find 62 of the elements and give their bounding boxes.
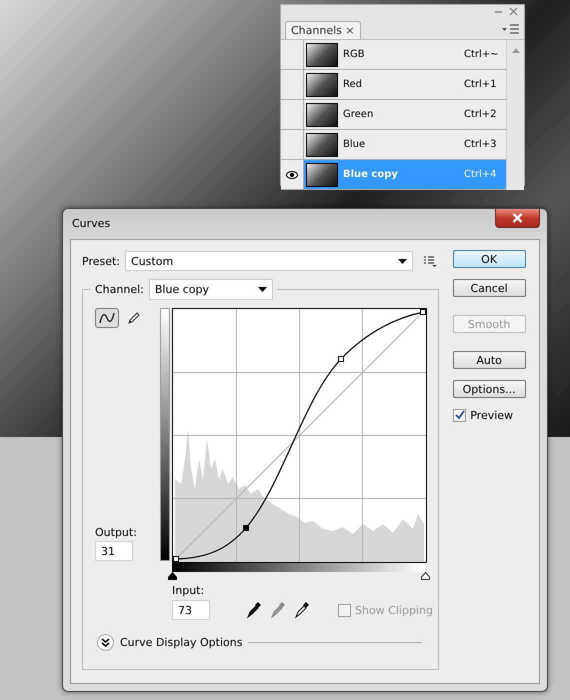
preset-dropdown[interactable]: Custom [125, 251, 414, 271]
close-icon [512, 213, 523, 223]
input-field[interactable]: 73 [172, 600, 210, 620]
curve-point[interactable] [338, 356, 344, 362]
dialog-button[interactable]: Cancel [452, 279, 526, 297]
channel-name: Blue [343, 139, 366, 150]
channel-name: RGB [343, 49, 366, 60]
input-slider-icon[interactable] [168, 572, 177, 580]
curve-icon [99, 312, 115, 324]
channel-row[interactable]: Blue Ctrl+3 [304, 130, 506, 159]
channel-row[interactable]: RGB Ctrl+~ [304, 40, 506, 69]
channel-name: Red [343, 79, 363, 90]
eyedropper-icon[interactable] [246, 601, 262, 619]
channel-label: Channel: [95, 283, 144, 296]
curve-point[interactable] [420, 309, 426, 315]
curve-tool-button[interactable] [95, 308, 119, 328]
preset-label: Preset: [82, 254, 120, 268]
dialog-button[interactable]: OK [452, 250, 526, 268]
channel-name: Blue copy [343, 169, 399, 180]
scrollbar[interactable] [506, 40, 524, 190]
channel-row[interactable]: Green Ctrl+2 [304, 100, 506, 129]
thumbnail-placeholder [306, 102, 338, 126]
input-slider-icon[interactable] [421, 572, 430, 580]
list-menu-icon[interactable] [424, 256, 438, 266]
input-label: Input: [172, 584, 206, 597]
visibility-toggle[interactable] [281, 100, 304, 129]
visibility-toggle[interactable] [281, 70, 304, 99]
output-field[interactable]: 31 [95, 541, 133, 561]
dialog-button[interactable]: Auto [452, 351, 526, 369]
close-icon[interactable] [509, 7, 518, 16]
thumbnail-placeholder [306, 42, 338, 66]
channel-name: Green [343, 109, 374, 120]
preview-checkbox[interactable]: Preview [453, 409, 514, 422]
thumbnail-placeholder [306, 162, 338, 186]
panel-menu-icon[interactable] [502, 23, 520, 35]
expand-button[interactable] [97, 634, 114, 651]
channel-row[interactable]: Red Ctrl+1 [304, 70, 506, 99]
curve-display-options-label: Curve Display Options [120, 636, 242, 649]
eye-icon [286, 170, 298, 178]
channel-shortcut: Ctrl+4 [464, 169, 498, 180]
eyedropper-icon[interactable] [294, 601, 310, 619]
visibility-toggle[interactable] [281, 130, 304, 159]
channel-shortcut: Ctrl+1 [464, 79, 498, 90]
visibility-toggle[interactable] [281, 160, 304, 189]
channel-shortcut: Ctrl+3 [464, 139, 498, 150]
output-label: Output: [95, 526, 138, 539]
dialog-button[interactable]: Options... [452, 380, 526, 398]
curve-point[interactable] [173, 556, 179, 562]
thumbnail-placeholder [306, 72, 338, 96]
dropdown-caret-icon [258, 287, 267, 292]
channel-shortcut: Ctrl+2 [464, 109, 498, 120]
channel-dropdown[interactable]: Blue copy [148, 279, 273, 300]
window-title: Curves [71, 216, 110, 230]
visibility-toggle[interactable] [281, 40, 304, 69]
chevron-icon [101, 638, 110, 647]
dropdown-caret-icon [398, 258, 408, 264]
channel-shortcut: Ctrl+~ [464, 49, 500, 60]
checkmark-icon [454, 410, 466, 421]
close-button[interactable] [495, 209, 540, 228]
pencil-icon [127, 311, 141, 325]
thumbnail-placeholder [306, 132, 338, 156]
channels-tab[interactable]: Channels × [285, 21, 361, 39]
